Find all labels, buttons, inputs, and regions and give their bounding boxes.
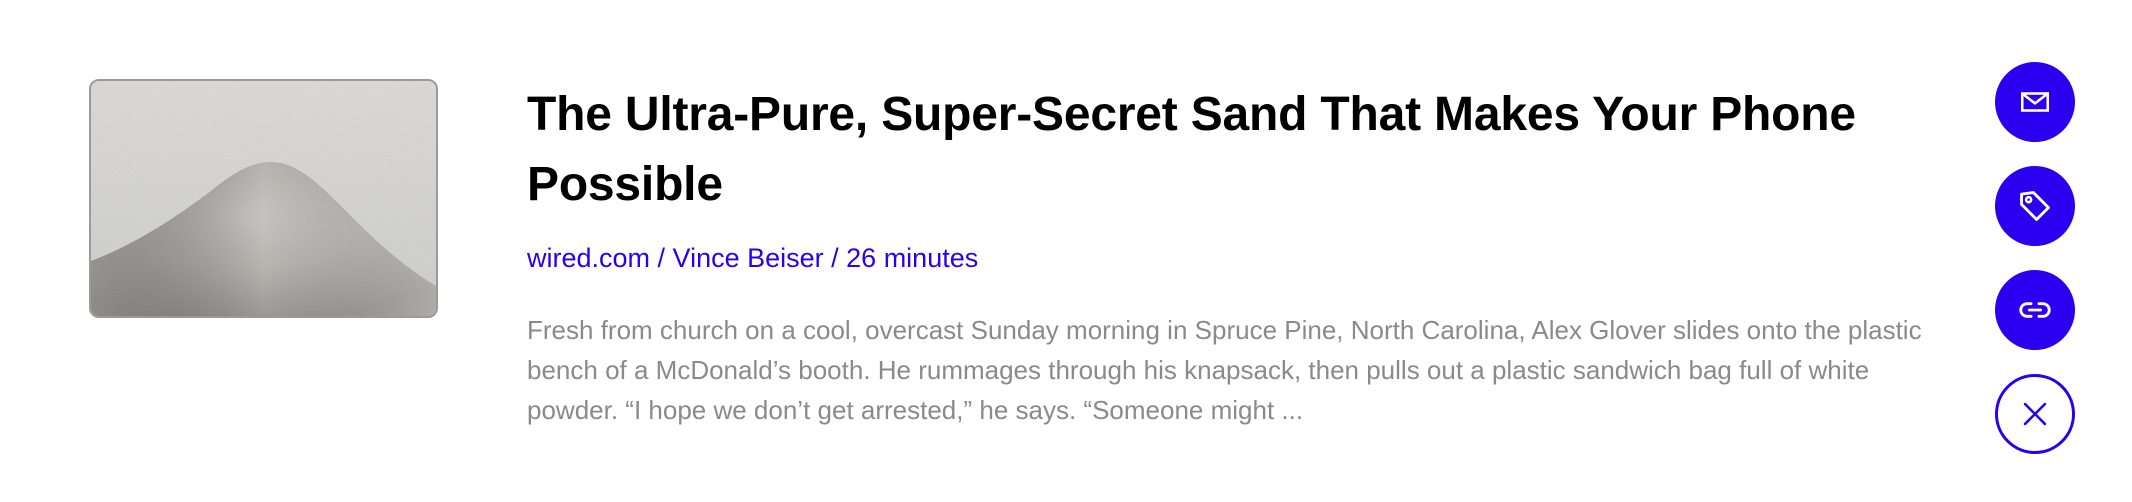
sand-pile-image <box>91 81 436 316</box>
article-author[interactable]: Vince Beiser <box>673 243 824 273</box>
mail-icon <box>2020 92 2050 112</box>
article-title[interactable]: The Ultra-Pure, Super-Secret Sand That M… <box>527 80 1977 220</box>
article-thumbnail[interactable] <box>89 79 438 318</box>
tag-button[interactable] <box>1995 166 2075 246</box>
copy-link-button[interactable] <box>1995 270 2075 350</box>
link-icon <box>2019 302 2051 318</box>
article-content: The Ultra-Pure, Super-Secret Sand That M… <box>527 80 1977 430</box>
meta-separator: / <box>650 243 673 273</box>
meta-separator: / <box>823 243 847 273</box>
article-source[interactable]: wired.com <box>527 243 650 273</box>
tag-icon <box>2020 191 2050 221</box>
close-button[interactable] <box>1995 374 2075 454</box>
article-read-time: 26 minutes <box>846 243 979 273</box>
close-icon <box>2023 402 2047 426</box>
article-actions <box>1995 62 2077 478</box>
article-meta: wired.com / Vince Beiser / 26 minutes <box>527 240 1977 276</box>
email-button[interactable] <box>1995 62 2075 142</box>
article-excerpt: Fresh from church on a cool, overcast Su… <box>527 315 1922 425</box>
